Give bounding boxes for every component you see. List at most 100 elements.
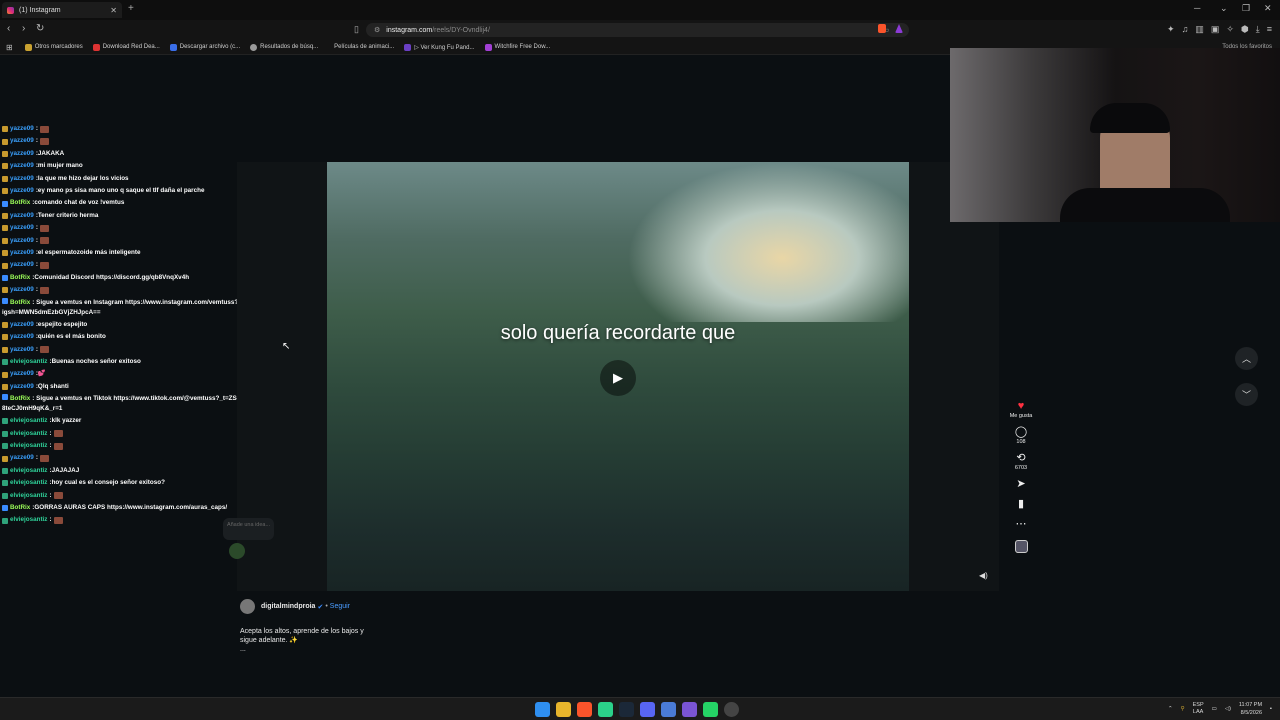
mute-icon[interactable]: ◀): [979, 571, 988, 580]
chat-username[interactable]: yazze09: [10, 368, 34, 380]
bookmark-item[interactable]: Witchfire Free Dow...: [484, 43, 550, 51]
next-reel-button[interactable]: ﹀: [1235, 383, 1258, 406]
chat-username[interactable]: yazze09: [10, 160, 34, 172]
sidebar-icon[interactable]: ▥: [1195, 24, 1204, 35]
tray-chevron-icon[interactable]: ⌃: [1168, 706, 1173, 712]
avatar[interactable]: [240, 599, 255, 614]
close-window-icon[interactable]: ✕: [1264, 3, 1272, 14]
chat-username[interactable]: BotRix: [10, 197, 30, 209]
previous-reel-button[interactable]: ︿: [1235, 347, 1258, 370]
app-icon[interactable]: [724, 702, 739, 717]
vpn-icon[interactable]: ⬢: [1241, 24, 1249, 35]
app-icon[interactable]: [661, 702, 676, 717]
chat-username[interactable]: yazze09: [10, 148, 34, 160]
chat-username[interactable]: yazze09: [10, 319, 34, 331]
back-icon[interactable]: ‹: [7, 23, 10, 34]
bookmark-item[interactable]: Otros marcadores: [24, 43, 83, 51]
bookmark-item[interactable]: Resultados de búsq...: [250, 43, 318, 51]
obs-icon[interactable]: [682, 702, 697, 717]
chat-username[interactable]: elviejosantiz: [10, 356, 47, 368]
chat-username[interactable]: BotRix: [10, 395, 30, 402]
volume-icon[interactable]: ◁): [1225, 706, 1231, 712]
bookmark-item[interactable]: Películas de animaci...: [334, 44, 394, 50]
ai-icon[interactable]: ✧: [1226, 24, 1234, 35]
video-caption: solo quería recordarte que: [500, 322, 736, 344]
chat-username[interactable]: yazze09: [10, 259, 34, 271]
idea-avatar[interactable]: [229, 543, 245, 559]
forward-icon[interactable]: ›: [22, 23, 25, 34]
reload-icon[interactable]: ↻: [36, 23, 44, 34]
maximize-icon[interactable]: ❐: [1242, 3, 1250, 14]
collapse-icon[interactable]: ⌄: [1220, 3, 1228, 14]
chat-username[interactable]: yazze09: [10, 284, 34, 296]
new-tab-icon[interactable]: +: [128, 3, 134, 14]
chat-emote-icon: [53, 517, 63, 525]
browser-tab[interactable]: (1) Instagram ✕: [2, 2, 122, 18]
bookmark-item[interactable]: Descargar archivo (c...: [169, 43, 240, 51]
save-button[interactable]: ▮: [1018, 498, 1024, 511]
chat-username[interactable]: yazze09: [10, 247, 34, 259]
author-name[interactable]: digitalmindproia: [261, 603, 315, 610]
brave-browser-icon[interactable]: [577, 702, 592, 717]
chat-username[interactable]: elviejosantiz: [10, 440, 47, 452]
chat-username[interactable]: yazze09: [10, 452, 34, 464]
chat-username[interactable]: yazze09: [10, 185, 34, 197]
chat-username[interactable]: elviejosantiz: [10, 477, 47, 489]
like-button[interactable]: ♥ Me gusta: [1010, 400, 1033, 419]
address-bar[interactable]: ⚙ instagram.com/reels/DY-Ovndlij4/ ▭: [366, 23, 909, 37]
network-icon[interactable]: ▭: [1212, 706, 1217, 712]
tray-app-icon[interactable]: ⚲: [1181, 706, 1185, 712]
chat-username[interactable]: yazze09: [10, 331, 34, 343]
more-button[interactable]: ⋯: [1016, 518, 1027, 531]
file-explorer-icon[interactable]: [556, 702, 571, 717]
chat-username[interactable]: elviejosantiz: [10, 465, 47, 477]
chat-username[interactable]: yazze09: [10, 173, 34, 185]
wallet-icon[interactable]: ▣: [1211, 24, 1220, 35]
chat-username[interactable]: elviejosantiz: [10, 514, 47, 526]
steam-icon[interactable]: [619, 702, 634, 717]
brave-shields-icon[interactable]: [878, 24, 886, 33]
chat-username[interactable]: yazze09: [10, 222, 34, 234]
play-icon[interactable]: ▶: [600, 360, 636, 396]
whatsapp-icon[interactable]: [703, 702, 718, 717]
music-icon[interactable]: ♫: [1182, 24, 1189, 35]
chat-text: hoy cual es el consejo señor exitoso?: [51, 479, 165, 487]
download-icon[interactable]: ⤓: [1256, 24, 1260, 35]
chat-username[interactable]: elviejosantiz: [10, 490, 47, 502]
bookmark-page-icon[interactable]: ▯: [354, 24, 359, 35]
bookmark-item[interactable]: ▷ Ver Kung Fu Pand...: [404, 43, 475, 51]
clock[interactable]: 11:07 PM 8/5/2026: [1239, 701, 1262, 717]
discord-icon[interactable]: [640, 702, 655, 717]
chat-username[interactable]: yazze09: [10, 210, 34, 222]
language-indicator[interactable]: ESP LAA: [1193, 702, 1204, 716]
chat-username[interactable]: BotRix: [10, 272, 30, 284]
chat-username[interactable]: elviejosantiz: [10, 415, 47, 427]
minimize-icon[interactable]: ─: [1194, 3, 1200, 13]
share-button[interactable]: ➤: [1016, 478, 1025, 491]
site-info-icon[interactable]: ⚙: [374, 26, 380, 34]
repost-button[interactable]: ⟲ 6703: [1015, 452, 1027, 471]
audio-thumbnail[interactable]: [1014, 540, 1028, 553]
reel-video[interactable]: solo quería recordarte que ▶: [327, 162, 909, 591]
chat-username[interactable]: BotRix: [10, 502, 30, 514]
more-text[interactable]: ...: [240, 646, 540, 653]
chat-username[interactable]: elviejosantiz: [10, 428, 47, 440]
comment-button[interactable]: ◯ 108: [1015, 426, 1027, 445]
idea-input[interactable]: Añade una idea...: [223, 518, 274, 540]
bookmark-item[interactable]: Download Red Dea...: [92, 43, 160, 51]
chat-username[interactable]: yazze09: [10, 123, 34, 135]
start-icon[interactable]: [535, 702, 550, 717]
extension-puzzle-icon[interactable]: ✦: [1167, 24, 1175, 35]
app-icon[interactable]: [598, 702, 613, 717]
chat-username[interactable]: BotRix: [10, 299, 30, 306]
chat-username[interactable]: yazze09: [10, 344, 34, 356]
apps-grid-icon[interactable]: ⊞: [6, 43, 13, 52]
follow-button[interactable]: Seguir: [330, 603, 350, 610]
chat-username[interactable]: yazze09: [10, 235, 34, 247]
post-info: digitalmindproia ✔ • Seguir Acepta los a…: [240, 599, 540, 653]
chat-username[interactable]: yazze09: [10, 135, 34, 147]
close-tab-icon[interactable]: ✕: [110, 6, 117, 15]
notification-icon[interactable]: ▪: [1270, 706, 1272, 712]
chat-username[interactable]: yazze09: [10, 381, 34, 393]
menu-icon[interactable]: ≡: [1267, 24, 1272, 35]
